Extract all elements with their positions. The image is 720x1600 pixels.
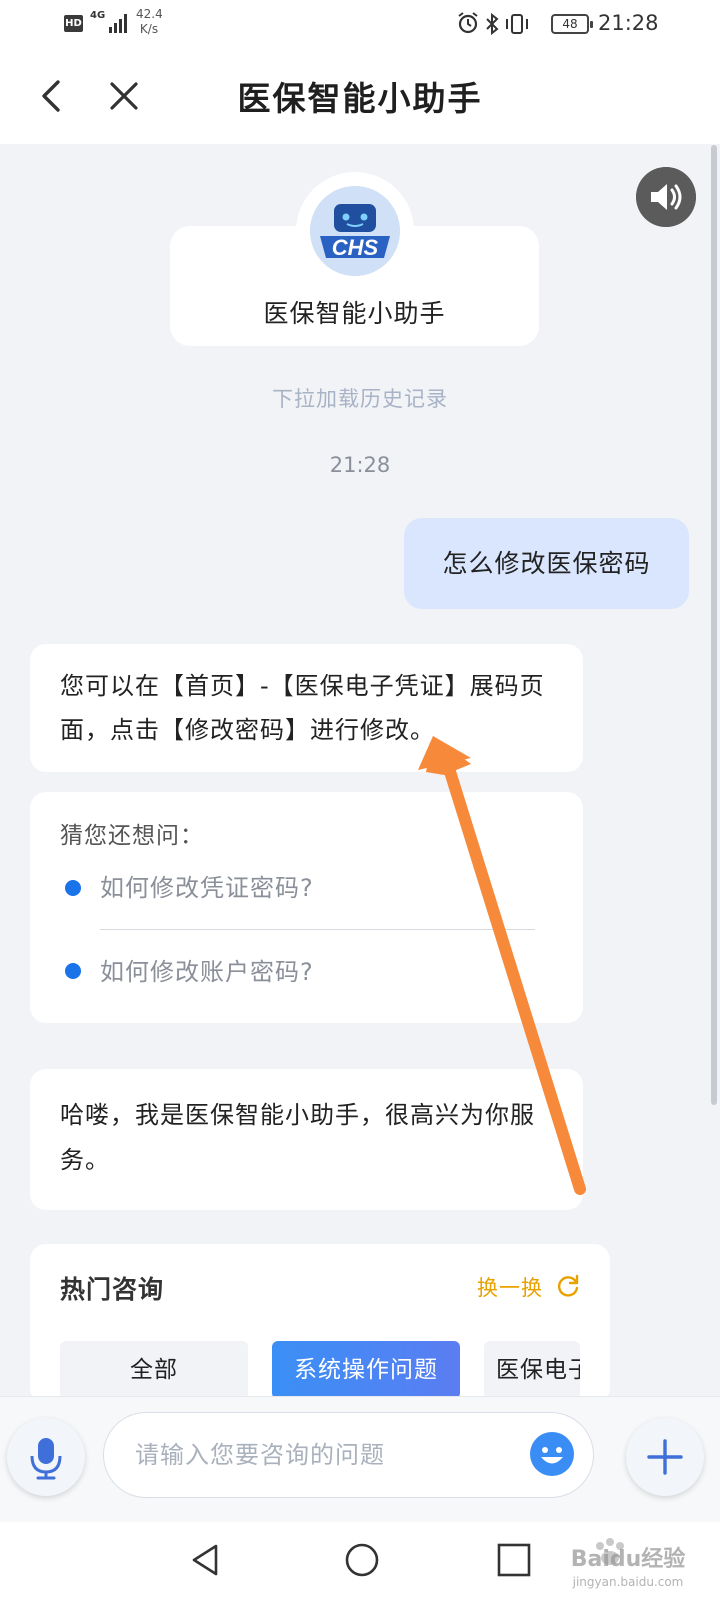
load-history-hint[interactable]: 下拉加载历史记录: [0, 383, 720, 413]
speaker-button[interactable]: [636, 167, 696, 227]
bluetooth-icon: [486, 12, 499, 36]
user-message: 怎么修改医保密码: [404, 518, 689, 609]
status-icons: [458, 12, 528, 36]
status-bar: HD 4G 42.4 K/s 48 21:28: [0, 0, 720, 50]
page-title: 医保智能小助手: [237, 79, 483, 118]
microphone-icon: [30, 1438, 62, 1480]
nav-back-icon[interactable]: [186, 1540, 226, 1580]
close-button[interactable]: [104, 76, 144, 116]
suggestion-item[interactable]: 如何修改凭证密码?: [100, 868, 314, 903]
alarm-icon: [458, 12, 478, 34]
app-header: 医保智能小助手: [0, 50, 720, 144]
network-speed-value: 42.4: [136, 7, 163, 21]
emoji-button[interactable]: [528, 1430, 576, 1478]
nav-recent-icon[interactable]: [496, 1542, 532, 1578]
category-tab-system[interactable]: 系统操作问题: [272, 1341, 460, 1399]
network-speed-unit: K/s: [139, 22, 159, 36]
suggestions-title: 猜您还想问：: [60, 823, 204, 849]
chat-timestamp: 21:28: [329, 453, 391, 477]
switch-batch-button[interactable]: 换一换: [477, 1272, 543, 1302]
message-input[interactable]: [135, 1428, 515, 1482]
voice-input-button[interactable]: [7, 1418, 85, 1496]
bullet-dot: [65, 963, 81, 979]
hd-indicator: HD: [64, 15, 83, 32]
divider: [100, 929, 535, 930]
bot-avatar: CHS: [310, 186, 400, 276]
category-tab-certificate[interactable]: 医保电子凭证: [484, 1341, 580, 1399]
suggestion-item[interactable]: 如何修改账户密码?: [100, 952, 314, 987]
greeting-text: 哈喽，我是医保智能小助手，很高兴为你服务。: [60, 1101, 535, 1174]
refresh-icon[interactable]: [555, 1273, 581, 1299]
plus-icon: [647, 1439, 683, 1475]
network-type: 4G: [90, 10, 106, 21]
baidu-jingyan-watermark: Baidu经验 jingyan.baidu.com: [571, 1538, 686, 1589]
back-button[interactable]: [32, 76, 72, 116]
bot-answer-text: 您可以在【首页】-【医保电子凭证】展码页面，点击【修改密码】进行修改。: [60, 672, 545, 744]
scrollbar[interactable]: [711, 145, 717, 1105]
nav-home-icon[interactable]: [342, 1540, 382, 1580]
bot-name: 医保智能小助手: [263, 299, 446, 328]
watermark-brand: Baidu经验: [571, 1546, 686, 1572]
signal-icon: [109, 14, 127, 33]
hot-questions-title: 热门咨询: [60, 1275, 165, 1304]
network-speed: 42.4 K/s: [136, 7, 163, 37]
status-time: 21:28: [598, 11, 659, 35]
vibrate-icon: [506, 14, 528, 34]
watermark-url: jingyan.baidu.com: [572, 1575, 684, 1589]
bot-avatar-label: CHS: [332, 235, 379, 260]
category-tab-all[interactable]: 全部: [60, 1341, 248, 1399]
bullet-dot: [65, 880, 81, 896]
add-button[interactable]: [626, 1418, 704, 1496]
battery-indicator: 48: [551, 14, 593, 34]
